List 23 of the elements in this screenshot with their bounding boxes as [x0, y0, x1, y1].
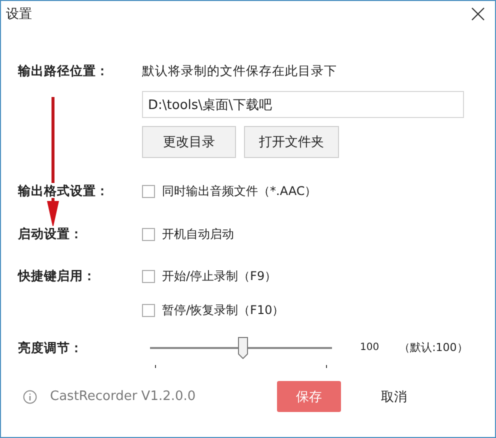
checkbox-label: 暂停/恢复录制（F10） [162, 302, 284, 318]
info-icon [23, 390, 37, 404]
close-icon[interactable] [471, 7, 485, 21]
default-value: （默认:100） [399, 340, 468, 356]
brightness-value: 100 [360, 341, 380, 355]
checkbox[interactable] [142, 304, 155, 316]
window-title: 设置 [6, 6, 32, 23]
checkbox-label: 同时输出音频文件（*.AAC） [162, 182, 317, 200]
brightness-slider[interactable] [150, 337, 332, 369]
section-label: 亮度调节： [18, 339, 84, 357]
checkbox[interactable] [142, 184, 155, 198]
checkbox[interactable] [142, 270, 155, 282]
checkbox-label: 开始/停止录制（F9） [162, 268, 277, 284]
slider-thumb[interactable] [238, 337, 248, 359]
folder-button[interactable]: 更改目录 [142, 126, 236, 158]
cancel-button[interactable]: 取消 [381, 388, 407, 406]
path-hint: 默认将录制的文件保存在此目录下 [142, 63, 338, 79]
section-label: 输出路径位置： [18, 63, 110, 80]
version-text: CastRecorder V1.2.0.0 [50, 389, 197, 404]
checkbox[interactable] [142, 228, 155, 240]
folder-button[interactable]: 打开文件夹 [244, 126, 339, 158]
path-field[interactable]: D:\tools\桌面\下载吧 [142, 91, 464, 118]
checkbox-label: 开机自动启动 [162, 226, 234, 242]
